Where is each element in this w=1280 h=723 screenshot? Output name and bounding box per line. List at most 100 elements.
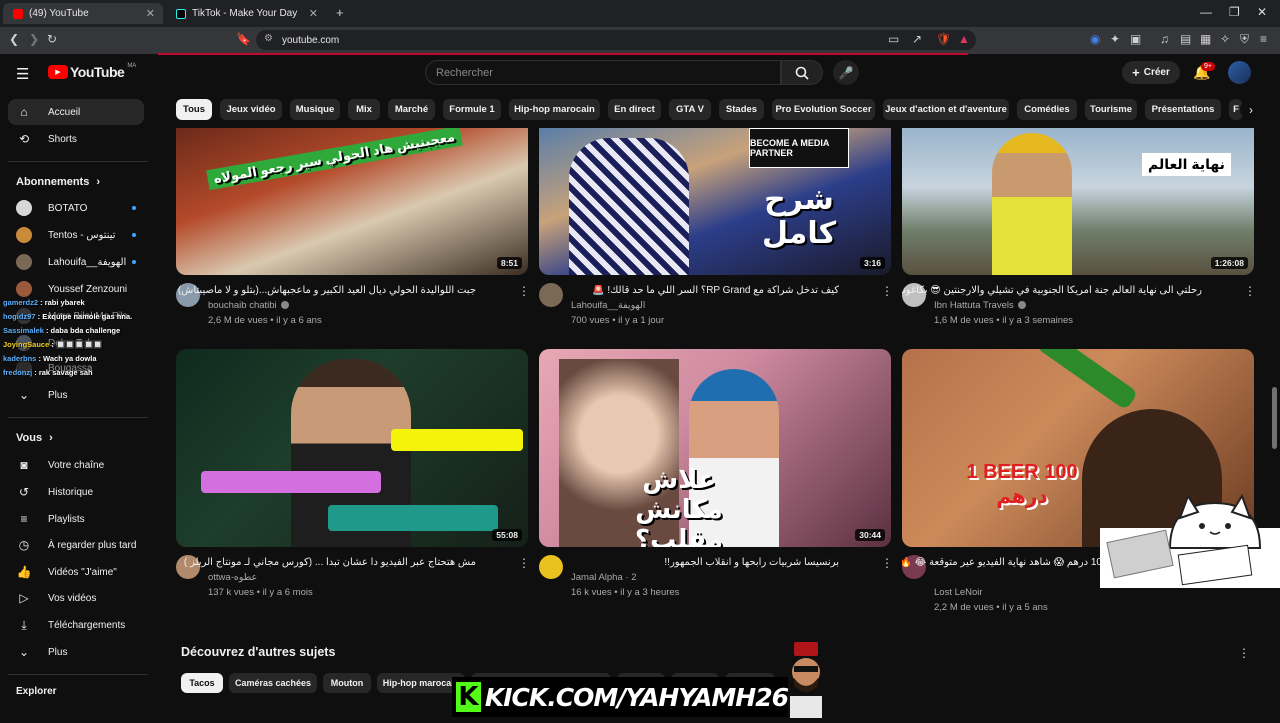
create-button[interactable]: + Créer <box>1122 61 1180 84</box>
sidebar-item-your-videos[interactable]: ▷ Vos vidéos <box>8 585 144 611</box>
more-actions-icon[interactable]: ⋮ <box>881 284 893 298</box>
sidebar-item-shorts[interactable]: ⟲ Shorts <box>8 126 144 152</box>
topic-chip[interactable]: Caméras cachées <box>229 673 317 693</box>
channel-name[interactable]: ottwa-عطوه <box>208 572 257 583</box>
subscriptions-heading[interactable]: Abonnements › <box>16 176 100 188</box>
leo-ai-icon[interactable]: ✧ <box>1220 32 1230 46</box>
sidebar-item-home[interactable]: ⌂ Accueil <box>8 99 144 125</box>
chip-market[interactable]: Marché <box>388 99 435 120</box>
chip-video-games[interactable]: Jeux vidéo <box>220 99 282 120</box>
thumbnail-overlay-text: 1 BEER 100 درهم <box>966 461 1078 508</box>
sidebar-item-your-channel[interactable]: ◙ Votre chaîne <box>8 452 144 478</box>
chip-formula-1[interactable]: Formule 1 <box>443 99 501 120</box>
sidebar-item-liked-videos[interactable]: 👍 Vidéos "J'aime" <box>8 559 144 585</box>
microphone-icon[interactable]: 🎤 <box>833 60 859 85</box>
sidebar-item-subscription[interactable]: BOTATO <box>8 195 144 221</box>
more-actions-icon[interactable]: ⋮ <box>1244 284 1256 298</box>
restore-icon[interactable]: ❐ <box>1229 5 1240 19</box>
back-icon[interactable]: ❮ <box>9 32 19 46</box>
wallet-icon[interactable]: ▦ <box>1200 32 1211 46</box>
topic-chip[interactable]: Mouton <box>323 673 371 693</box>
site-info-icon[interactable]: ⚙ <box>264 33 273 44</box>
sidebar-item-playlists[interactable]: ≡ Playlists <box>8 506 144 532</box>
forward-icon[interactable]: ❯ <box>29 32 39 46</box>
more-actions-icon[interactable]: ⋮ <box>881 556 893 570</box>
channel-name[interactable]: bouchaib chatibi <box>208 300 289 311</box>
vpn-icon[interactable]: ⛨ <box>1240 32 1249 47</box>
sidebar-show-more-you[interactable]: ⌄ Plus <box>8 639 144 665</box>
chip-moroccan-hiphop[interactable]: Hip-hop marocain <box>509 99 600 120</box>
minimize-icon[interactable]: — <box>1200 5 1212 19</box>
person-figure <box>992 133 1072 275</box>
screenshot-icon[interactable]: ▣ <box>1130 32 1141 46</box>
bookmark-icon[interactable]: 🔖 <box>236 32 251 46</box>
video-thumbnail[interactable]: معجبنيش هاد الحولي سير رجعو المولاه 8:51 <box>176 128 528 275</box>
you-heading[interactable]: Vous › <box>16 432 53 444</box>
channel-name[interactable]: Lost LeNoir <box>934 587 983 598</box>
chevron-right-icon[interactable]: › <box>1240 99 1262 120</box>
brave-rewards-icon[interactable]: ▲ <box>958 32 970 46</box>
browser-tab-youtube[interactable]: (49) YouTube ✕ <box>3 3 163 24</box>
chip-action-adventure[interactable]: Jeux d'action et d'aventure <box>883 99 1009 120</box>
chip-comedies[interactable]: Comédies <box>1017 99 1077 120</box>
close-tab-icon[interactable]: ✕ <box>146 7 155 20</box>
sidebar-item-label: Youssef Zenzouni <box>48 283 128 295</box>
more-actions-icon[interactable]: ⋮ <box>1238 646 1250 660</box>
channel-name[interactable]: Jamal Alpha · 2 <box>571 572 636 583</box>
chip-all[interactable]: Tous <box>176 99 212 120</box>
search-icon[interactable] <box>781 60 823 85</box>
browser-tab-tiktok[interactable]: TikTok - Make Your Day ✕ <box>166 3 326 24</box>
account-avatar[interactable] <box>1228 61 1251 84</box>
sidebar-toggle-icon[interactable]: ▤ <box>1180 32 1191 46</box>
menu-icon[interactable]: ≡ <box>1260 32 1267 46</box>
extensions-icon[interactable]: ✦ <box>1110 32 1120 46</box>
chip-live[interactable]: En direct <box>608 99 661 120</box>
close-window-icon[interactable]: ✕ <box>1257 5 1267 19</box>
sidebar-item-subscription[interactable]: Tentos - تينتوس <box>8 222 144 248</box>
chip-stadiums[interactable]: Stades <box>719 99 764 120</box>
sidebar-item-label: Lahouifa__الهويفة <box>48 256 127 268</box>
sidebar-item-downloads[interactable]: ⤓ Téléchargements <box>8 612 144 638</box>
sidebar-item-subscription[interactable]: Lahouifa__الهويفة <box>8 249 144 275</box>
channel-name[interactable]: Lahouifa__الهويفة <box>571 300 645 311</box>
video-title[interactable]: رحلتي الى نهاية العالم جنة أمريكا الجنوب… <box>902 285 1202 296</box>
chip-pes[interactable]: Pro Evolution Soccer <box>772 99 875 120</box>
scrollbar-thumb[interactable] <box>1272 387 1277 449</box>
youtube-logo[interactable]: ▶ YouTube MA <box>48 63 136 80</box>
video-title[interactable]: مش هتحتاج عبر الفيديو دا عشان تبدأ ... (… <box>176 557 476 568</box>
brave-shield-icon[interactable]: 🛡 <box>936 32 951 46</box>
video-title[interactable]: كيف تدخل شراكة مع RP Grand؟ السر اللي ما… <box>539 285 839 296</box>
video-title[interactable]: 10 درهم 😱 شاهد نهاية الفيديو عير متوقعة … <box>902 557 1102 568</box>
chip-gta-v[interactable]: GTA V <box>669 99 711 120</box>
sidebar-item-watch-later[interactable]: ◷ À regarder plus tard <box>8 532 144 558</box>
reload-icon[interactable]: ↻ <box>47 32 57 46</box>
topic-chip[interactable]: Tacos <box>181 673 223 693</box>
media-icon[interactable]: ♫ <box>1160 32 1169 46</box>
chip-tourism[interactable]: Tourisme <box>1085 99 1137 120</box>
video-title[interactable]: جبت اللواليدة الحولي ديال العيد الكبير و… <box>176 285 476 296</box>
video-title[interactable]: برنسيسا شربيات رابحها و انقلاب الجمهور!! <box>539 557 839 568</box>
cast-icon[interactable]: ▭ <box>888 32 899 46</box>
extension-blue-icon[interactable]: ◉ <box>1090 32 1100 46</box>
more-actions-icon[interactable]: ⋮ <box>518 284 530 298</box>
new-content-dot <box>132 260 136 264</box>
video-thumbnail[interactable]: نهاية العالم 1:26:08 <box>902 128 1254 275</box>
address-bar[interactable]: ⚙ youtube.com <box>256 30 976 50</box>
chip-presentations[interactable]: Présentations <box>1145 99 1221 120</box>
channel-name[interactable]: Ibn Hattuta Travels <box>934 300 1026 311</box>
search-input[interactable]: Rechercher <box>425 60 781 85</box>
video-thumbnail[interactable]: BECOME A MEDIA PARTNER شرح كامل 3:16 <box>539 128 891 275</box>
close-tab-icon[interactable]: ✕ <box>309 7 318 20</box>
sidebar-show-more[interactable]: ⌄ Plus <box>8 382 144 408</box>
guide-menu-icon[interactable]: ☰ <box>16 65 29 83</box>
chip-mix[interactable]: Mix <box>348 99 380 120</box>
chat-text: : Exquipe namole gas hna. <box>37 312 133 321</box>
chip-music[interactable]: Musique <box>290 99 340 120</box>
sidebar-item-label: À regarder plus tard <box>48 539 137 551</box>
more-actions-icon[interactable]: ⋮ <box>518 556 530 570</box>
video-thumbnail[interactable]: علاش مكانش مقلب؟ 30:44 <box>539 349 891 547</box>
share-icon[interactable]: ↗ <box>912 32 922 46</box>
video-thumbnail[interactable]: 55:08 <box>176 349 528 547</box>
sidebar-item-history[interactable]: ↺ Historique <box>8 479 144 505</box>
new-tab-button[interactable]: + <box>336 5 344 20</box>
